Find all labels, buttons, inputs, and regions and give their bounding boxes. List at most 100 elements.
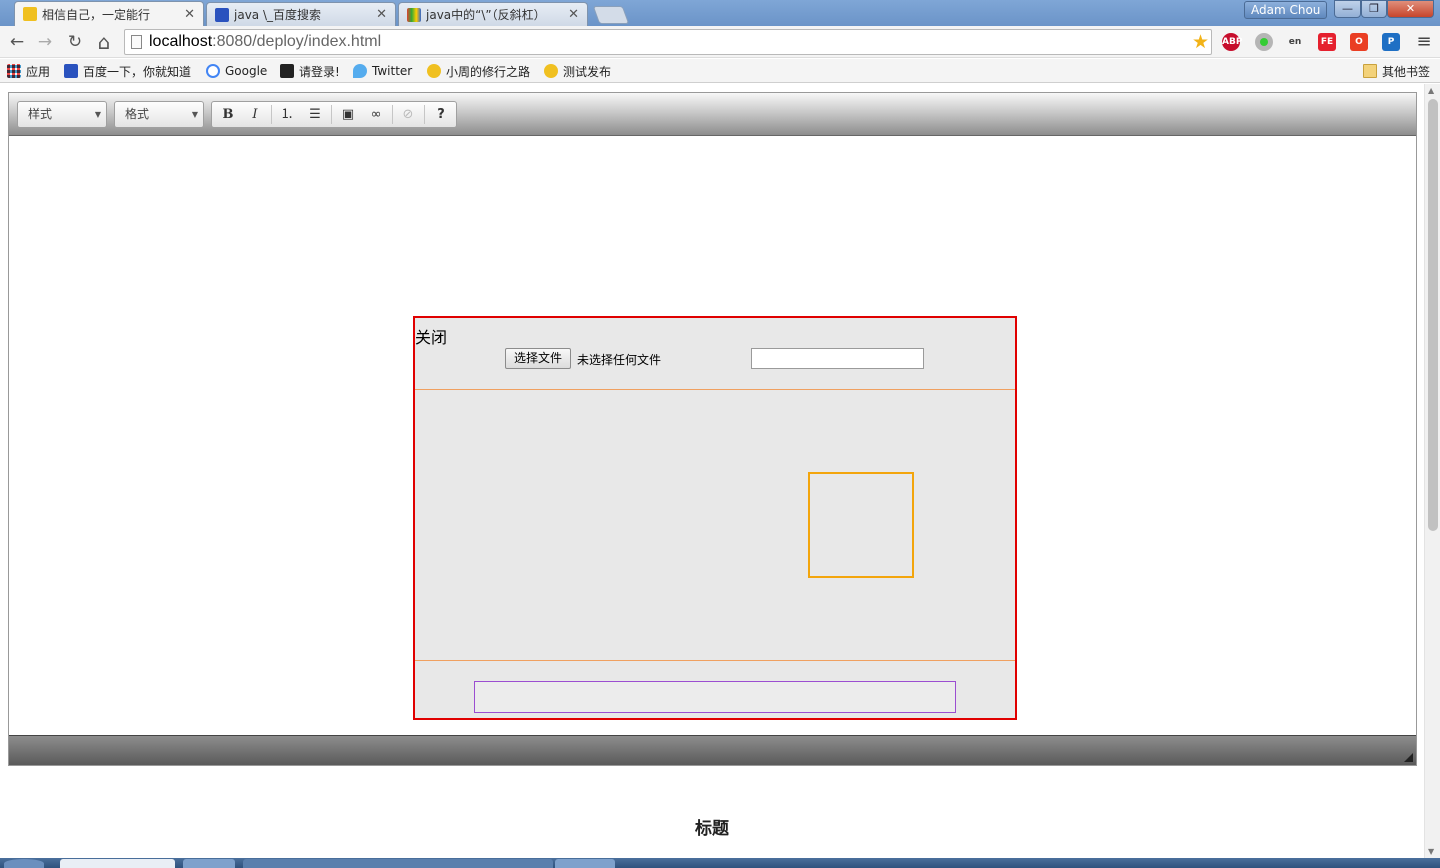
bookmark-label: 小周的修行之路 [446,64,531,79]
bookmark-label: Twitter [372,64,413,78]
dialog-divider [415,389,1015,390]
google-g-icon [206,64,220,78]
scroll-down-icon[interactable]: ▼ [1428,847,1434,856]
close-tab-icon[interactable]: ✕ [568,7,579,22]
insert-image-button[interactable]: ▣ [336,104,360,125]
rich-text-editor: 样式 ▼ 格式 ▼ B I ⒈ ☰ ▣ ∞ ⊘ ? 关闭 选择文件 未选择任何文… [8,92,1417,766]
bookmark-star-icon[interactable]: ★ [1192,31,1209,53]
bookmark-test-publish[interactable]: 测试发布 [544,62,611,80]
styles-dropdown-label: 样式 [28,107,53,121]
new-tab-button[interactable] [592,6,630,24]
os-taskbar [0,858,1440,868]
bird-icon [280,64,294,78]
page-viewport: 样式 ▼ 格式 ▼ B I ⒈ ☰ ▣ ∞ ⊘ ? 关闭 选择文件 未选择任何文… [0,84,1424,858]
bookmark-login[interactable]: 请登录! [280,62,340,80]
taskbar-app[interactable] [183,859,235,868]
dialog-close-link[interactable]: 关闭 [415,324,447,348]
scroll-up-icon[interactable]: ▲ [1428,86,1434,95]
bookmark-google[interactable]: Google [206,62,267,80]
url-path: :8080/deploy/index.html [212,33,382,50]
sun-favicon-icon [23,7,37,21]
taskbar-app[interactable] [555,859,615,868]
back-button[interactable]: ← [5,30,29,54]
insert-link-button[interactable]: ∞ [364,104,388,125]
editor-content-area[interactable]: 关闭 选择文件 未选择任何文件 [9,136,1416,736]
forward-button[interactable]: → [33,30,57,54]
dropdown-caret-icon: ▼ [191,110,198,119]
colorful-favicon-icon [407,7,421,22]
close-tab-icon[interactable]: ✕ [376,7,387,22]
bookmark-label: Google [225,64,268,78]
pushbullet-icon[interactable]: P [1382,33,1400,51]
format-dropdown-label: 格式 [125,107,150,121]
url-text[interactable]: localhost:8080/deploy/index.html [149,33,381,51]
green-dot-icon[interactable] [1255,33,1273,51]
editor-toolbar: 样式 ▼ 格式 ▼ B I ⒈ ☰ ▣ ∞ ⊘ ? [9,93,1416,136]
tab-backslash[interactable]: java中的“\”（反斜杠） ✕ [398,2,588,26]
office-icon[interactable]: O [1350,33,1368,51]
close-window-button[interactable]: ✕ [1387,0,1434,18]
address-bar[interactable]: localhost:8080/deploy/index.html ★ [124,29,1212,55]
fe-helper-icon[interactable]: FE [1318,33,1336,51]
bookmark-apps[interactable]: 应用 [7,62,50,80]
maximize-button[interactable]: ❐ [1361,0,1387,18]
page-scrollbar[interactable]: ▲ ▼ [1424,84,1440,858]
bookmark-xiaozhou[interactable]: 小周的修行之路 [427,62,530,80]
tab-baidu-search[interactable]: java \_百度搜索 ✕ [206,2,396,26]
file-name-input[interactable] [751,348,924,369]
bookmark-other[interactable]: 其他书签 [1363,62,1430,80]
bookmark-baidu[interactable]: 百度一下，你就知道 [64,62,191,80]
translate-icon[interactable]: en [1286,33,1304,51]
tab-title: 相信自己，一定能行 [42,7,151,22]
page-title: 标题 [695,819,729,839]
editor-button-group: B I ⒈ ☰ ▣ ∞ ⊘ ? [211,101,457,128]
image-preview-box [808,472,914,578]
choose-file-button[interactable]: 选择文件 [505,348,572,369]
chrome-menu-icon[interactable]: ≡ [1412,30,1436,54]
browser-titlebar: 相信自己，一定能行 ✕ java \_百度搜索 ✕ java中的“\”（反斜杠）… [0,0,1440,26]
scrollbar-thumb[interactable] [1428,99,1438,531]
unlink-button[interactable]: ⊘ [396,104,420,125]
home-button[interactable]: ⌂ [92,30,116,54]
taskbar-apps[interactable] [243,859,553,868]
numbered-list-button[interactable]: ⒈ [275,104,299,125]
help-button[interactable]: ? [429,104,453,125]
sun-icon [544,64,558,78]
bold-button[interactable]: B [216,104,240,125]
bookmark-label: 测试发布 [563,64,612,79]
sun-icon [427,64,441,78]
upload-dialog: 关闭 选择文件 未选择任何文件 [413,316,1017,720]
close-tab-icon[interactable]: ✕ [184,7,195,22]
editor-statusbar [9,735,1416,765]
dialog-divider [415,660,1015,661]
toolbar-separator [271,105,272,124]
upload-result-field[interactable] [474,681,956,713]
folder-icon [1363,64,1377,78]
bookmark-label: 百度一下，你就知道 [83,64,192,79]
file-status-text: 未选择任何文件 [577,353,662,367]
start-button[interactable] [4,859,44,868]
toolbar-separator [424,105,425,124]
minimize-button[interactable]: — [1334,0,1361,18]
bulleted-list-button[interactable]: ☰ [303,104,327,125]
tab-title: java中的“\”（反斜杠） [426,8,546,22]
format-dropdown[interactable]: 格式 ▼ [114,101,204,128]
apps-grid-icon [7,64,21,78]
baidu-paw-favicon-icon [215,7,229,22]
taskbar-chrome[interactable] [60,859,175,868]
resize-grip-icon[interactable] [1404,753,1413,762]
adblock-plus-icon[interactable]: ABP [1222,33,1242,51]
italic-button[interactable]: I [243,104,267,125]
reload-button[interactable]: ↻ [63,30,87,54]
tab-title: java \_百度搜索 [234,8,322,22]
styles-dropdown[interactable]: 样式 ▼ [17,101,107,128]
browser-toolbar: ← → ↻ ⌂ localhost:8080/deploy/index.html… [0,26,1440,58]
bookmark-label: 应用 [26,64,51,79]
dropdown-caret-icon: ▼ [94,110,101,119]
baidu-paw-icon [64,64,78,78]
tab-active[interactable]: 相信自己，一定能行 ✕ [14,1,204,26]
bookmark-twitter[interactable]: Twitter [353,62,412,80]
profile-button[interactable]: Adam Chou [1244,1,1328,19]
page-icon [131,35,142,49]
twitter-bird-icon [353,64,367,78]
